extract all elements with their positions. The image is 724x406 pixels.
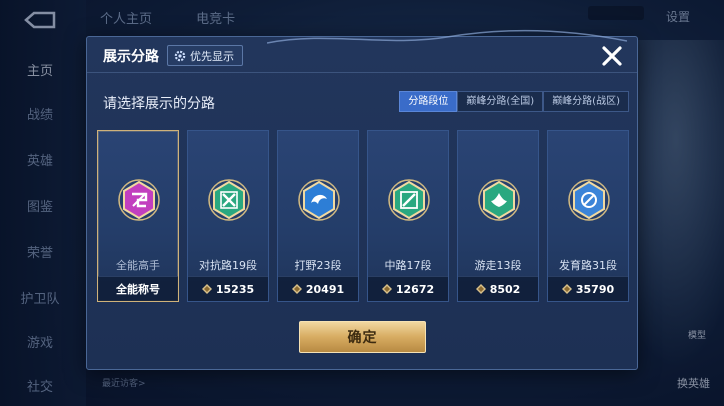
tab-peak-region[interactable]: 巅峰分路(战区) <box>543 91 629 112</box>
lane-card-footer-value: 35790 <box>575 282 615 296</box>
lane-card-footer: 12672 <box>368 276 448 301</box>
lane-card-name: 全能高手 <box>116 259 160 272</box>
rank-points-icon <box>381 284 392 294</box>
lane-card[interactable]: 中路17段 12672 <box>367 130 449 302</box>
lane-card[interactable]: 游走13段 8502 <box>457 130 539 302</box>
selection-prompt: 请选择展示的分路 <box>103 96 215 112</box>
lane-card[interactable]: 打野23段 20491 <box>277 130 359 302</box>
gear-icon <box>174 50 186 61</box>
lane-card-footer-value: 全能称号 <box>116 283 160 296</box>
tab-lane-rank[interactable]: 分路段位 <box>399 91 458 112</box>
confirm-button[interactable]: 确定 <box>299 321 426 353</box>
rank-points-icon <box>475 284 486 294</box>
jungle-emblem-icon <box>298 179 340 221</box>
lane-display-dialog: 展示分路 优先显示 请选择展示的分路 分路段位 巅峰分路(全国) 巅峰分路(战区… <box>86 29 638 370</box>
lane-card-name: 打野23段 <box>294 259 342 272</box>
lane-card-name: 发育路31段 <box>559 259 617 272</box>
lane-card-name: 游走13段 <box>474 259 522 272</box>
tab-peak-national[interactable]: 巅峰分路(全国) <box>457 91 544 112</box>
lane-card-footer: 15235 <box>188 276 268 301</box>
lane-card-name: 对抗路19段 <box>199 259 257 272</box>
lane-card-list: 全能高手 全能称号 对抗路19段 15235 打野23段 20491 中路17段 12672 游… <box>97 130 629 302</box>
priority-display-label: 优先显示 <box>190 49 234 63</box>
roam-emblem-icon <box>478 179 520 221</box>
lane-card-footer: 35790 <box>548 276 628 301</box>
lane-card-footer: 全能称号 <box>98 276 178 301</box>
lane-tab-group: 分路段位 巅峰分路(全国) 巅峰分路(战区) <box>399 91 629 112</box>
lane-card[interactable]: 对抗路19段 15235 <box>187 130 269 302</box>
rank-points-icon <box>561 284 572 294</box>
lane-card-footer-value: 15235 <box>215 282 255 296</box>
dialog-header: 展示分路 优先显示 <box>87 37 637 73</box>
lane-card-name: 中路17段 <box>384 259 432 272</box>
rank-points-icon <box>201 284 212 294</box>
lane-card-footer-value: 8502 <box>489 282 521 296</box>
lane-card-footer-value: 12672 <box>395 282 435 296</box>
clash-lane-emblem-icon <box>208 179 250 221</box>
lane-card-footer-value: 20491 <box>305 282 345 296</box>
mid-lane-emblem-icon <box>388 179 430 221</box>
close-icon[interactable] <box>597 41 627 71</box>
dialog-title: 展示分路 <box>103 49 159 65</box>
lane-card[interactable]: 发育路31段 35790 <box>547 130 629 302</box>
lane-card-footer: 8502 <box>458 276 538 301</box>
priority-display-button[interactable]: 优先显示 <box>167 45 243 66</box>
farm-lane-emblem-icon <box>568 179 610 221</box>
rank-points-icon <box>291 284 302 294</box>
all-round-emblem-icon <box>118 179 160 221</box>
lane-card[interactable]: 全能高手 全能称号 <box>97 130 179 302</box>
lane-card-footer: 20491 <box>278 276 358 301</box>
